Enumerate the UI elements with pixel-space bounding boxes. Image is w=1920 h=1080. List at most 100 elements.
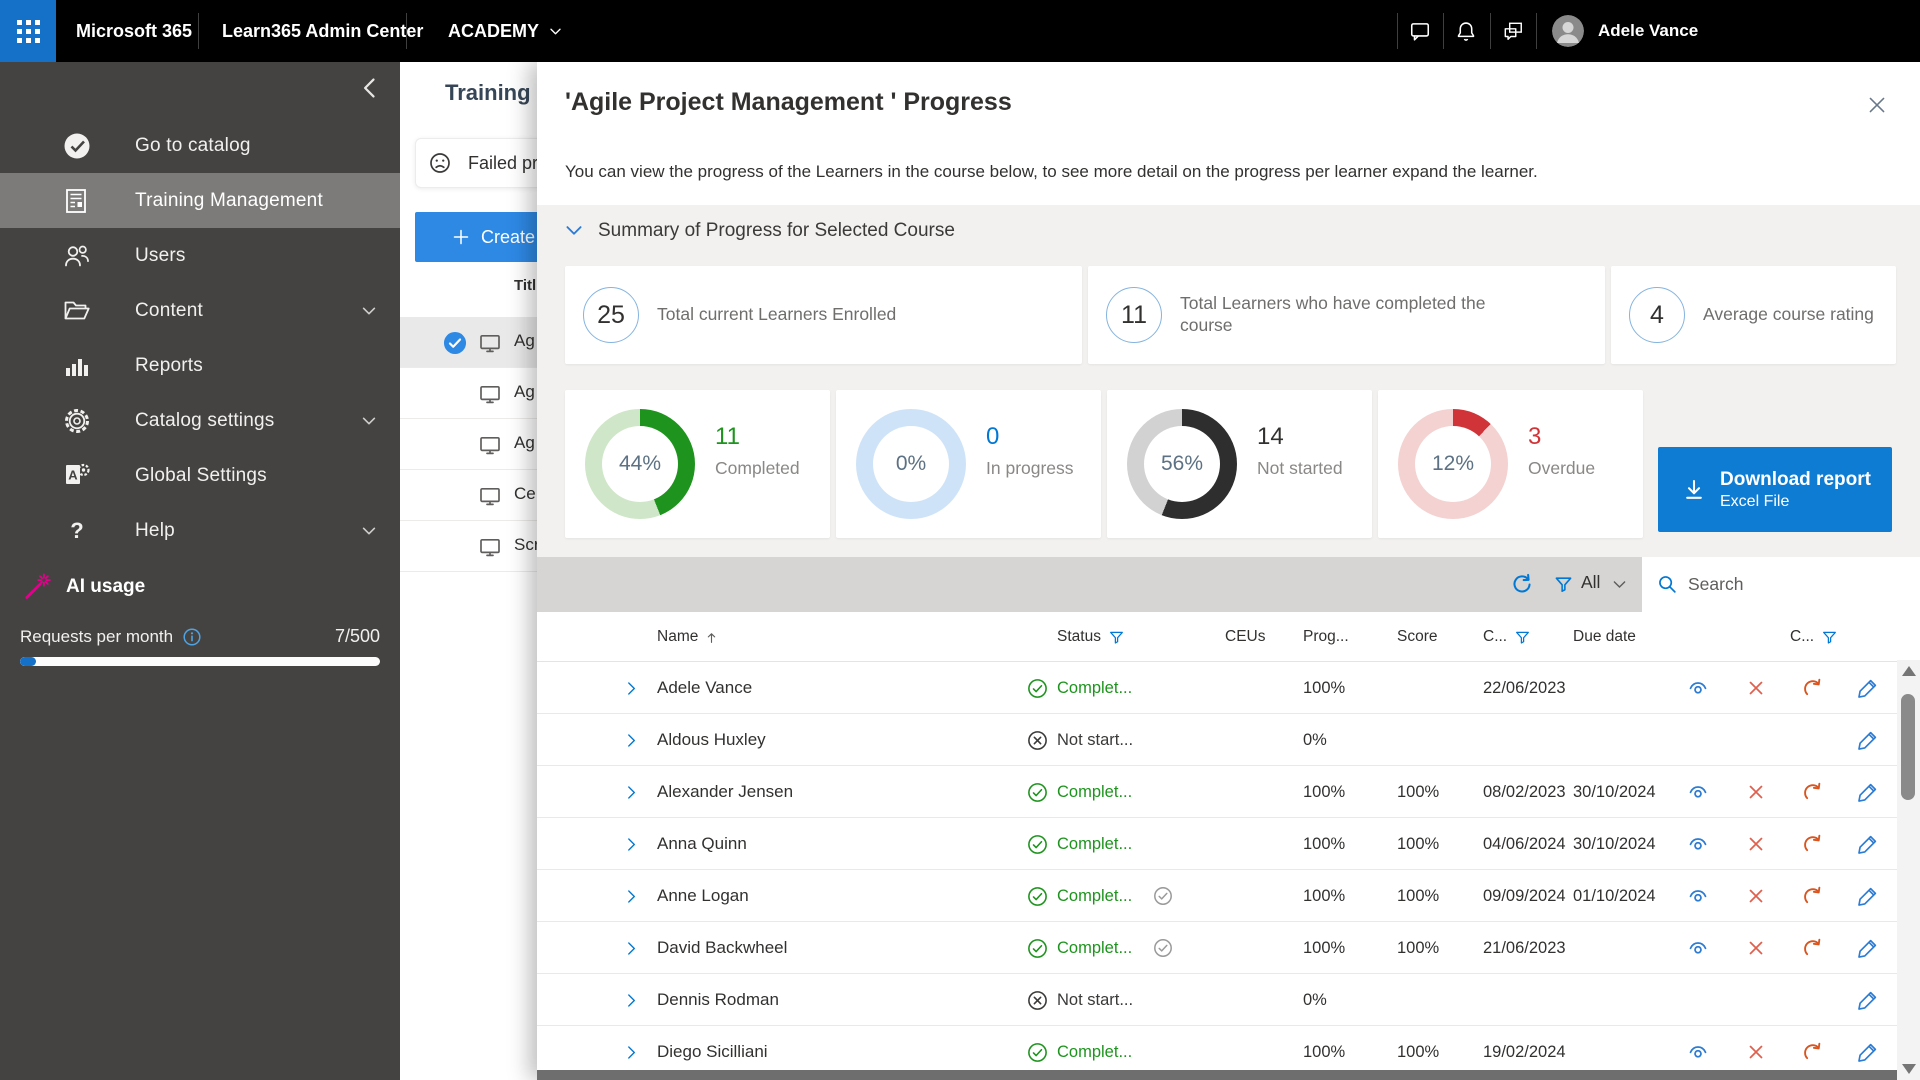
chevron-down-icon[interactable]	[360, 412, 378, 430]
view-button[interactable]	[1687, 818, 1709, 870]
sidebar-item-training-management[interactable]: Training Management	[0, 173, 400, 228]
modal-description: You can view the progress of the Learner…	[565, 162, 1538, 182]
sidebar-item-label: Users	[135, 245, 186, 267]
view-button[interactable]	[1687, 662, 1709, 714]
donut-card-not-started: 56% 14 Not started	[1107, 390, 1372, 538]
feedback-icon	[1502, 20, 1524, 42]
edit-button[interactable]	[1857, 870, 1879, 922]
column-header-c[interactable]: C...	[1790, 612, 1838, 662]
sidebar-item-users[interactable]: Users	[0, 228, 400, 283]
topbar-divider	[406, 13, 407, 49]
retake-button[interactable]	[1801, 922, 1823, 974]
column-header-status[interactable]: Status	[1057, 612, 1125, 662]
sidebar-item-go-to-catalog[interactable]: Go to catalog	[0, 118, 400, 173]
sidebar-item-global-settings[interactable]: AGlobal Settings	[0, 448, 400, 503]
search-input[interactable]	[1688, 557, 1920, 612]
donut-label: Not started	[1257, 458, 1343, 479]
column-header-prog[interactable]: Prog...	[1303, 612, 1349, 662]
info-icon[interactable]	[182, 627, 202, 647]
column-header-score[interactable]: Score	[1397, 612, 1438, 662]
sidebar-collapse-button[interactable]	[356, 74, 384, 102]
vertical-scrollbar[interactable]	[1897, 660, 1920, 1080]
app-launcher-button[interactable]	[0, 0, 56, 62]
sidebar-item-catalog-settings[interactable]: Catalog settings	[0, 393, 400, 448]
scrollbar-thumb[interactable]	[1901, 694, 1915, 800]
delete-button[interactable]	[1745, 766, 1767, 818]
summary-section-toggle[interactable]: Summary of Progress for Selected Course	[563, 220, 955, 242]
view-button[interactable]	[1687, 870, 1709, 922]
view-button[interactable]	[1687, 922, 1709, 974]
filter-funnel-icon[interactable]	[1553, 574, 1574, 595]
expand-chevron-icon[interactable]	[623, 818, 641, 870]
filter-funnel-icon[interactable]	[1514, 629, 1531, 646]
learner-name: Aldous Huxley	[657, 714, 766, 766]
refresh-icon[interactable]	[1510, 573, 1534, 597]
column-header-c[interactable]: C...	[1483, 612, 1531, 662]
avatar[interactable]	[1552, 15, 1584, 47]
column-header-name[interactable]: Name	[657, 612, 719, 662]
delete-button[interactable]	[1745, 870, 1767, 922]
chat-button[interactable]	[1397, 0, 1443, 62]
delete-button[interactable]	[1745, 922, 1767, 974]
chevron-down-icon[interactable]	[360, 522, 378, 540]
retake-button[interactable]	[1801, 766, 1823, 818]
notifications-button[interactable]	[1443, 0, 1489, 62]
retake-button[interactable]	[1801, 870, 1823, 922]
scroll-up-arrow-icon[interactable]	[1902, 666, 1916, 676]
column-header-ceus[interactable]: CEUs	[1225, 612, 1265, 662]
chat-icon	[1409, 20, 1431, 42]
scroll-down-arrow-icon[interactable]	[1902, 1064, 1916, 1074]
filter-funnel-icon[interactable]	[1821, 629, 1838, 646]
donut-percent-label: 44%	[602, 426, 678, 502]
edit-button[interactable]	[1857, 922, 1879, 974]
course-monitor-icon	[478, 331, 502, 355]
retake-button[interactable]	[1801, 662, 1823, 714]
edit-button[interactable]	[1857, 714, 1879, 766]
filter-value[interactable]: All	[1581, 572, 1600, 593]
view-button[interactable]	[1687, 766, 1709, 818]
delete-button[interactable]	[1745, 818, 1767, 870]
expand-chevron-icon[interactable]	[623, 922, 641, 974]
donut-count: 3	[1528, 423, 1541, 451]
sidebar-item-content[interactable]: Content	[0, 283, 400, 338]
retake-button[interactable]	[1801, 818, 1823, 870]
status-completed-icon	[1027, 766, 1048, 818]
progress-value: 0%	[1303, 714, 1327, 766]
expand-chevron-icon[interactable]	[623, 974, 641, 1026]
edit-button[interactable]	[1857, 818, 1879, 870]
horizontal-scrollbar[interactable]	[537, 1070, 1897, 1080]
column-header-label: Due date	[1573, 628, 1636, 646]
download-report-button[interactable]: Download report Excel File	[1658, 447, 1892, 532]
status-completed-icon	[1027, 818, 1048, 870]
progress-value: 100%	[1303, 662, 1345, 714]
close-button[interactable]	[1866, 94, 1888, 116]
expand-chevron-icon[interactable]	[623, 766, 641, 818]
column-header-duedate[interactable]: Due date	[1573, 612, 1636, 662]
filter-funnel-icon[interactable]	[1108, 629, 1125, 646]
microsoft-365-label[interactable]: Microsoft 365	[76, 0, 192, 62]
selected-check-icon[interactable]	[443, 331, 467, 355]
progress-value: 0%	[1303, 974, 1327, 1026]
sidebar-item-ai-usage[interactable]: AI usage	[22, 572, 145, 602]
pencil-icon	[1857, 729, 1879, 751]
chevron-down-icon[interactable]	[360, 302, 378, 320]
sidebar-item-reports[interactable]: Reports	[0, 338, 400, 393]
bg-table-title-header[interactable]: Titl	[514, 277, 536, 294]
requests-value: 7/500	[335, 626, 380, 647]
expand-chevron-icon[interactable]	[623, 662, 641, 714]
progress-value: 100%	[1303, 818, 1345, 870]
delete-button[interactable]	[1745, 662, 1767, 714]
admin-center-label[interactable]: Learn365 Admin Center	[222, 0, 423, 62]
expand-chevron-icon[interactable]	[623, 870, 641, 922]
expand-chevron-icon[interactable]	[623, 714, 641, 766]
stat-card: 11 Total Learners who have completed the…	[1088, 266, 1605, 364]
course-title: Ag	[514, 331, 535, 351]
sidebar-item-help[interactable]: ?Help	[0, 503, 400, 558]
feedback-button[interactable]	[1490, 0, 1536, 62]
chevron-down-icon[interactable]	[1611, 576, 1628, 593]
edit-button[interactable]	[1857, 662, 1879, 714]
edit-button[interactable]	[1857, 766, 1879, 818]
tenant-dropdown[interactable]: ACADEMY	[448, 0, 563, 62]
edit-button[interactable]	[1857, 974, 1879, 1026]
user-name[interactable]: Adele Vance	[1598, 0, 1698, 62]
